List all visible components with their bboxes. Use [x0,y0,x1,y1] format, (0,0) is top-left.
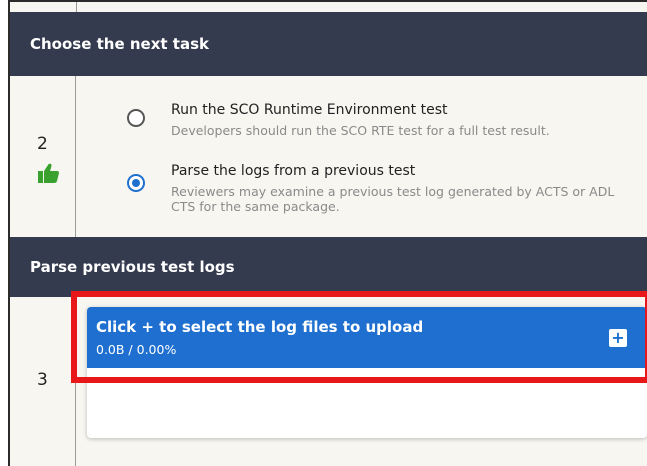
upload-header[interactable]: Click + to select the log files to uploa… [87,307,647,368]
radio-parse-logs[interactable] [127,174,145,192]
plus-icon[interactable]: + [609,329,627,347]
thumbs-up-icon [38,163,60,183]
previous-row-strip [10,0,647,14]
upload-progress: 0.0B / 0.00% [96,342,177,357]
option-title: Run the SCO Runtime Environment test [171,102,448,118]
step-number: 2 [37,134,48,154]
option-description: Developers should run the SCO RTE test f… [171,123,550,138]
page-frame: Choose the next task 2 Run the SCO Runti… [0,0,647,466]
option-title: Parse the logs from a previous test [171,163,416,179]
section-title: Parse previous test logs [30,258,235,276]
step-number-column: 3 [10,297,76,466]
upload-title: Click + to select the log files to uploa… [96,318,424,336]
section-header-next-task: Choose the next task [10,12,647,76]
upload-panel: Click + to select the log files to uploa… [87,307,647,438]
radio-run-sco-rte[interactable] [127,109,145,127]
step-number: 3 [37,370,48,390]
step-number-column: 2 [10,76,76,237]
section-header-parse-logs: Parse previous test logs [10,237,647,297]
step-row-2: 2 Run the SCO Runtime Environment test D… [10,76,647,237]
option-description: Reviewers may examine a previous test lo… [171,184,615,214]
section-title: Choose the next task [30,35,209,53]
